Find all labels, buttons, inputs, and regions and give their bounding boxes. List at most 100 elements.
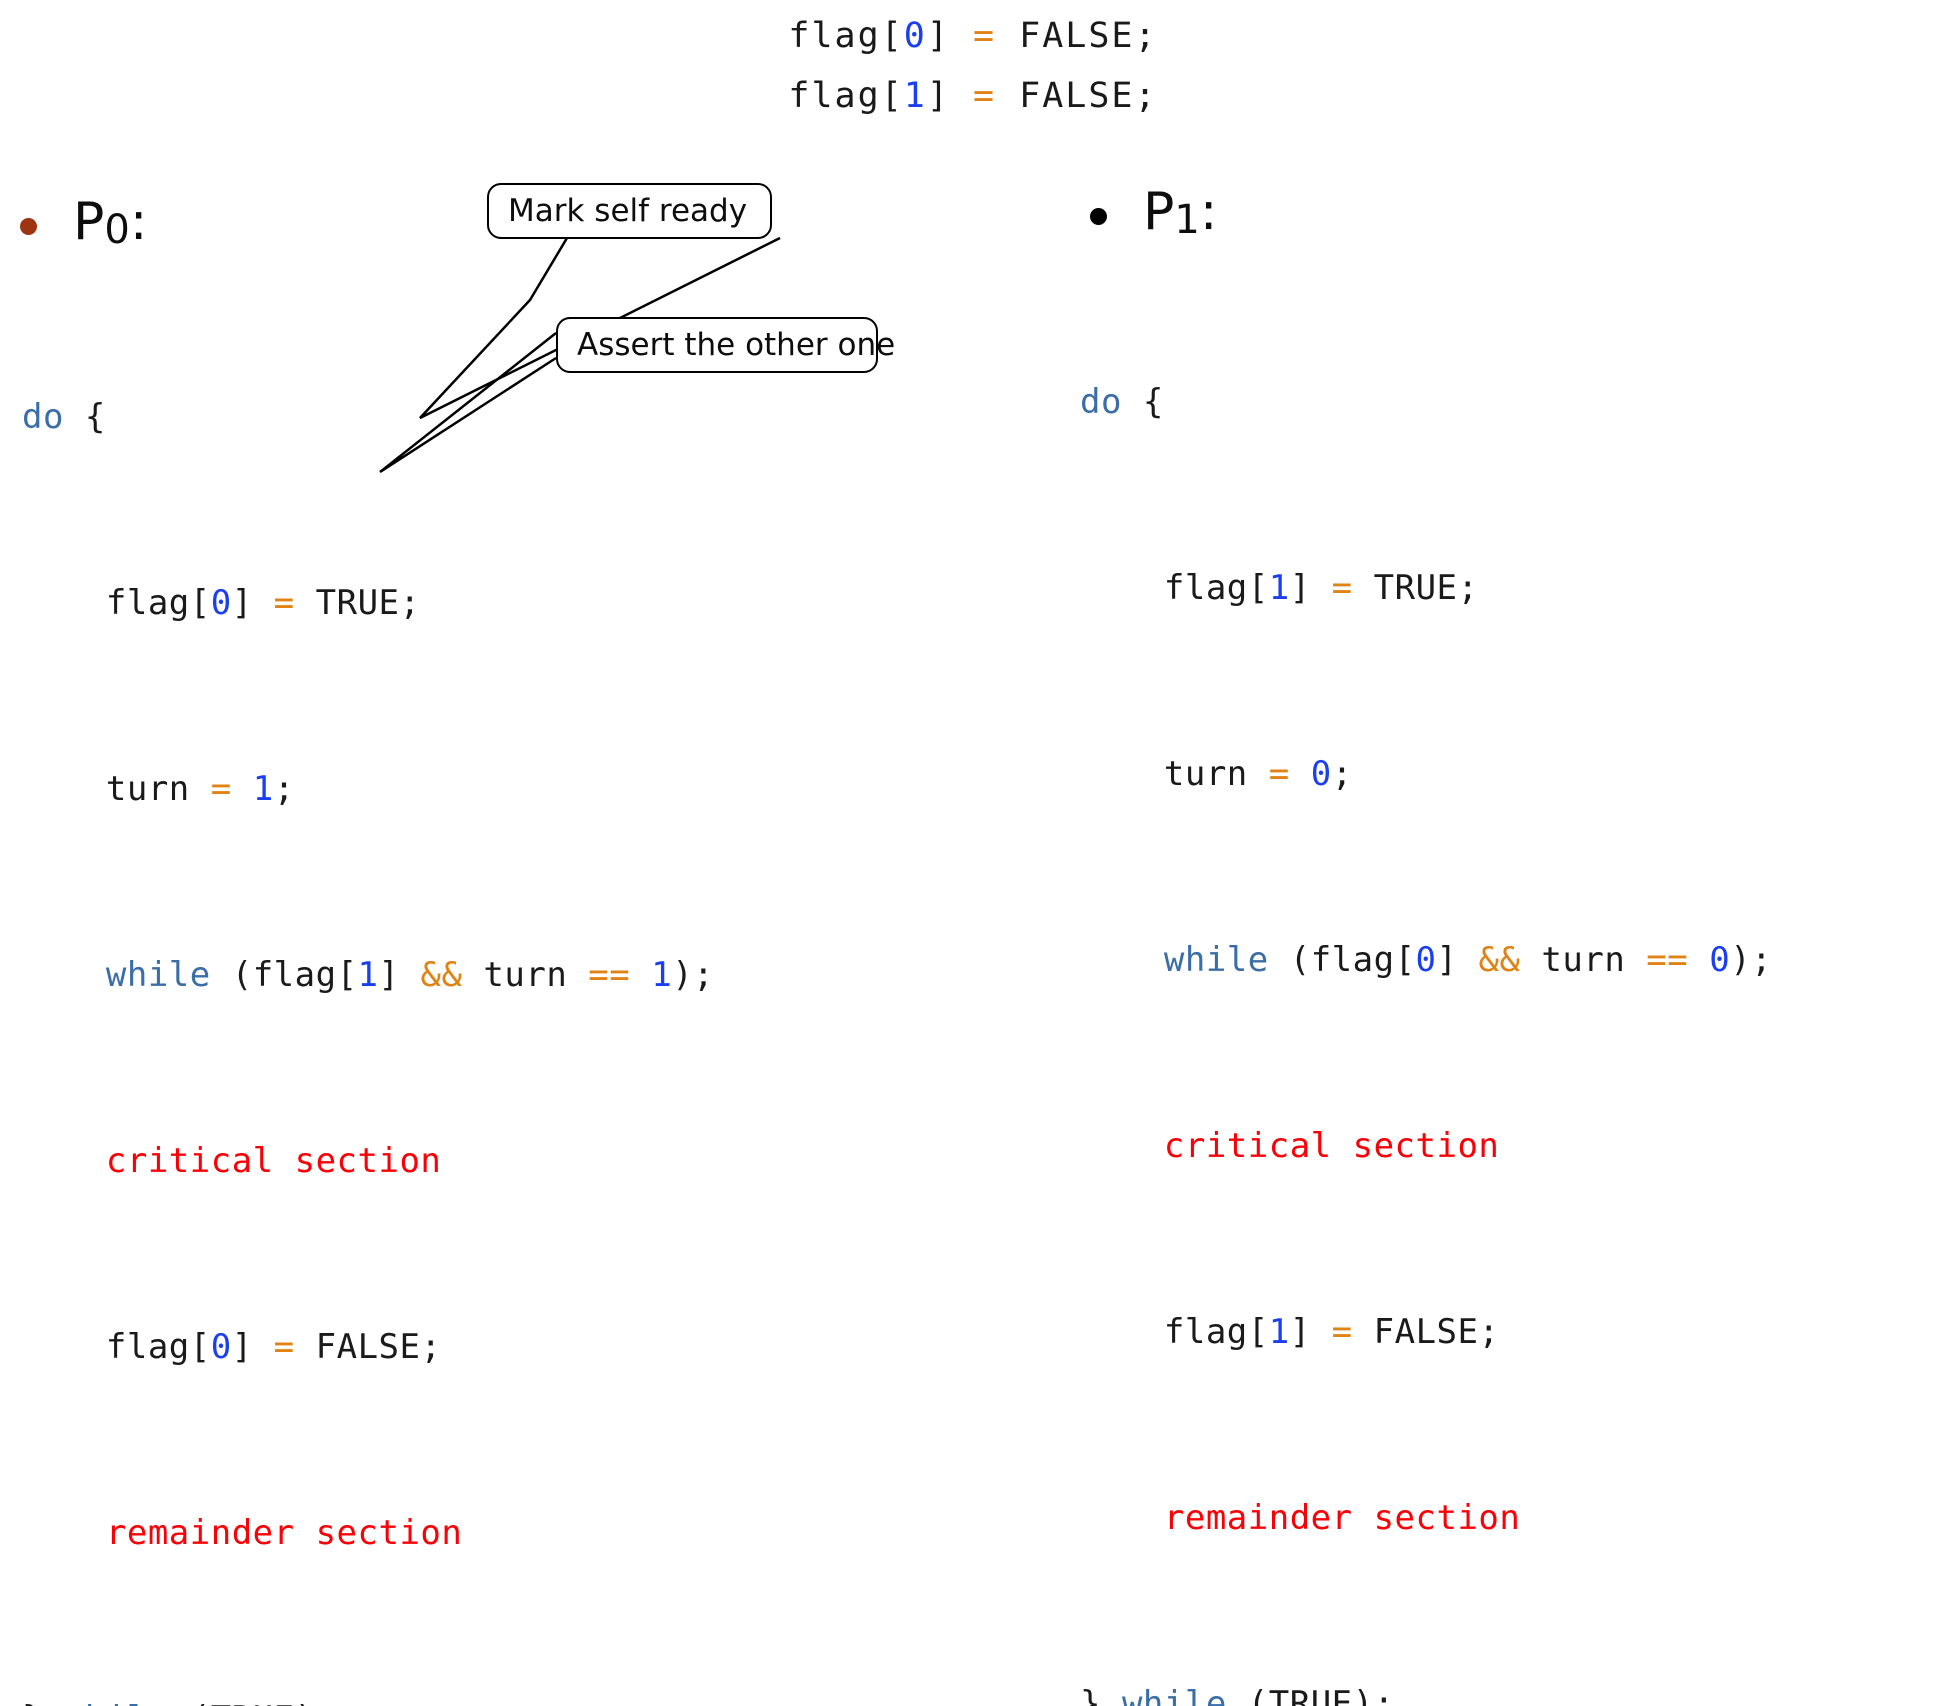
init-line: flag[0] = FALSE;	[0, 6, 1946, 66]
code-token: TRUE;	[1352, 568, 1479, 608]
code-token: flag[	[788, 16, 904, 56]
code-token: turn	[22, 769, 211, 809]
code-token: {	[1121, 382, 1164, 422]
process-label-colon: :	[1199, 182, 1218, 242]
code-token: while	[1121, 1684, 1227, 1706]
code-token: 0	[1709, 940, 1731, 980]
code-line: flag[1] = FALSE;	[1080, 1301, 1772, 1363]
code-token: ]	[1289, 568, 1332, 608]
code-token: FALSE;	[996, 16, 1158, 56]
code-token: ]	[1436, 940, 1479, 980]
code-block-p1: do { flag[1] = TRUE; turn = 0; while (fl…	[1080, 247, 1772, 1706]
callout-text: Assert the other one	[577, 327, 896, 363]
code-token: (flag[	[1268, 940, 1416, 980]
code-token: 0	[210, 583, 232, 623]
code-token: 1	[903, 76, 927, 116]
code-block-p0: do { flag[0] = TRUE; turn = 1; while (fl…	[22, 262, 714, 1706]
process-heading-p0: P0:	[20, 196, 147, 256]
process-label-base: P	[1143, 182, 1175, 242]
code-token: ]	[1289, 1312, 1332, 1352]
code-line: remainder section	[22, 1502, 714, 1564]
code-token: do	[1080, 382, 1122, 422]
process-label-p0: P0:	[73, 196, 147, 256]
process-label-colon: :	[129, 192, 148, 252]
code-token: );	[672, 955, 715, 995]
shared-initialization-block: flag[0] = FALSE; flag[1] = FALSE;	[0, 6, 1946, 126]
code-token: flag[	[1080, 1312, 1269, 1352]
code-token: =	[273, 1327, 295, 1367]
code-token: &&	[420, 955, 463, 995]
code-line: flag[0] = TRUE;	[22, 572, 714, 634]
code-token: FALSE;	[996, 76, 1158, 116]
code-token: 0	[1415, 940, 1437, 980]
code-token: =	[210, 769, 232, 809]
code-token: =	[273, 583, 295, 623]
code-token: FALSE;	[1352, 1312, 1500, 1352]
code-token: remainder section	[1163, 1498, 1521, 1538]
process-heading-p1: P1:	[1090, 186, 1217, 246]
code-line: do {	[1080, 371, 1772, 433]
code-token: ;	[1331, 754, 1353, 794]
code-line: } while (TRUE);	[1080, 1673, 1772, 1706]
code-token: flag[	[22, 583, 211, 623]
callout-text: Mark self ready	[508, 193, 748, 229]
code-token: =	[1331, 1312, 1353, 1352]
code-token: ]	[231, 583, 274, 623]
process-label-p1: P1:	[1143, 186, 1217, 246]
code-line: flag[1] = TRUE;	[1080, 557, 1772, 619]
code-token: 1	[1268, 568, 1290, 608]
process-label-subscript: 1	[1174, 197, 1200, 243]
code-token: ]	[378, 955, 421, 995]
code-token: (flag[	[210, 955, 358, 995]
code-token: (TRUE);	[1226, 1684, 1395, 1706]
code-token: =	[973, 16, 997, 56]
code-token: remainder section	[105, 1513, 463, 1553]
code-token: turn	[1080, 754, 1269, 794]
code-token: flag[	[788, 76, 904, 116]
code-token: =	[973, 76, 997, 116]
code-token: &&	[1478, 940, 1521, 980]
code-token: turn	[462, 955, 589, 995]
code-token: turn	[1520, 940, 1647, 980]
callout-mark-self-ready: Mark self ready	[487, 183, 772, 239]
code-line: remainder section	[1080, 1487, 1772, 1549]
code-token: (TRUE);	[169, 1699, 337, 1706]
callout-assert-the-other-one: Assert the other one	[556, 317, 895, 373]
code-line: turn = 0;	[1080, 743, 1772, 805]
code-token: 1	[1268, 1312, 1290, 1352]
process-label-base: P	[73, 192, 105, 252]
code-token: 1	[357, 955, 379, 995]
bullet-icon	[1090, 207, 1107, 225]
code-token: 0	[903, 16, 927, 56]
code-token: flag[	[1080, 568, 1269, 608]
code-line: turn = 1;	[22, 758, 714, 820]
code-line: } while (TRUE);	[22, 1688, 714, 1706]
code-token: FALSE;	[294, 1327, 442, 1367]
code-token: while	[105, 955, 211, 995]
init-line: flag[1] = FALSE;	[0, 66, 1946, 126]
code-token: ==	[588, 955, 631, 995]
code-token: =	[1331, 568, 1353, 608]
code-line: do {	[22, 386, 714, 448]
code-token: while	[1163, 940, 1269, 980]
code-token: 0	[210, 1327, 232, 1367]
code-line: flag[0] = FALSE;	[22, 1316, 714, 1378]
code-token: ]	[926, 16, 973, 56]
code-token: TRUE;	[294, 583, 421, 623]
code-token: 0	[1310, 754, 1332, 794]
code-token: while	[64, 1699, 169, 1706]
code-token: }	[22, 1699, 64, 1706]
code-line: critical section	[22, 1130, 714, 1192]
code-token: ==	[1646, 940, 1689, 980]
code-token: ]	[926, 76, 973, 116]
code-token: ]	[231, 1327, 274, 1367]
